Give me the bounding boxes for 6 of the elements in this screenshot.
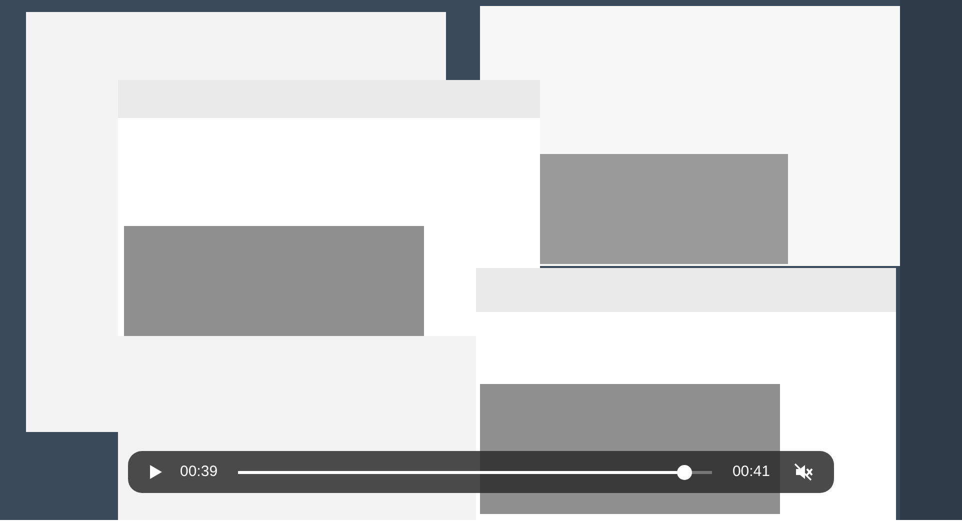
progress-thumb[interactable] [676,464,692,480]
progress-track[interactable] [238,464,712,480]
duration-time: 00:41 [732,462,770,482]
volume-muted-icon [794,463,814,481]
play-icon [149,464,163,480]
current-time: 00:39 [180,462,218,482]
